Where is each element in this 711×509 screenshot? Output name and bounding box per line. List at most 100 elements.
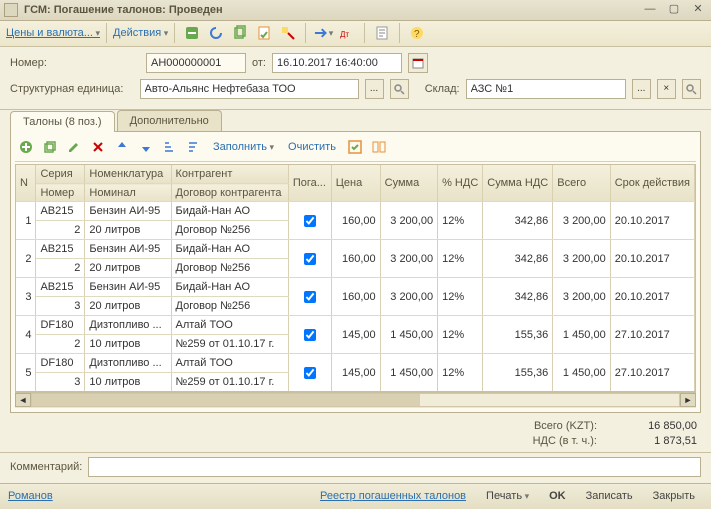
col-total[interactable]: Всего [553,165,610,202]
number-field[interactable] [146,53,246,73]
poga-checkbox[interactable] [304,215,316,227]
cell-sum: 1 450,00 [380,354,437,392]
ok-button[interactable]: OK [541,487,574,505]
cell-contr: Алтай ТОО [171,316,288,335]
cell-poga[interactable] [288,240,331,278]
table-row[interactable]: 1AB215Бензин АИ-95Бидай-Нан АО160,003 20… [16,202,695,221]
close-form-button[interactable]: Закрыть [645,487,703,505]
scroll-left-button[interactable]: ◄ [15,393,31,407]
minimize-button[interactable]: — [641,3,659,17]
poga-checkbox[interactable] [304,291,316,303]
cell-series: AB215 [36,202,85,221]
poga-checkbox[interactable] [304,253,316,265]
sort-desc-icon[interactable] [183,136,205,158]
unit-field[interactable] [140,79,359,99]
save-button[interactable]: Записать [578,487,641,505]
sort-asc-icon[interactable] [159,136,181,158]
tab-additional[interactable]: Дополнительно [117,110,222,131]
clear-button[interactable]: Очистить [282,141,342,153]
cell-price: 160,00 [331,240,380,278]
cell-poga[interactable] [288,354,331,392]
col-sum[interactable]: Сумма [380,165,437,202]
select-icon[interactable] [344,136,366,158]
number-label: Номер: [10,57,140,69]
col-nominal[interactable]: Номинал [85,184,171,202]
tab-coupons[interactable]: Талоны (8 поз.) [10,111,115,132]
col-dogovor[interactable]: Договор контрагента [171,184,288,202]
post-doc-icon[interactable] [253,22,275,44]
total-value: 16 850,00 [617,420,697,432]
col-poga[interactable]: Пога... [288,165,331,202]
cell-sum: 3 200,00 [380,202,437,240]
print-button[interactable]: Печать [478,487,537,505]
total-label: Всего (KZT): [534,420,597,432]
fill-button[interactable]: Заполнить [207,141,280,153]
report-icon[interactable] [371,22,393,44]
poga-checkbox[interactable] [304,329,316,341]
registry-link[interactable]: Реестр погашенных талонов [312,487,474,505]
warehouse-clear-button[interactable]: × [657,79,676,99]
table-row[interactable]: 5DF180Дизтопливо ...Алтай ТОО145,001 450… [16,354,695,373]
cell-poga[interactable] [288,278,331,316]
separator [106,23,107,43]
date-field[interactable] [272,53,402,73]
delete-row-icon[interactable] [87,136,109,158]
help-icon[interactable]: ? [406,22,428,44]
actions-menu[interactable]: Действия [113,27,168,39]
col-vatp[interactable]: % НДС [438,165,483,202]
edit-row-icon[interactable] [63,136,85,158]
cell-expiry: 20.10.2017 [610,278,694,316]
cell-poga[interactable] [288,316,331,354]
warehouse-field[interactable] [466,79,626,99]
col-vatsum[interactable]: Сумма НДС [483,165,553,202]
unit-select-button[interactable]: ... [365,79,384,99]
user-link[interactable]: Романов [8,490,53,502]
add-row-icon[interactable] [15,136,37,158]
calendar-button[interactable] [408,53,428,73]
maximize-button[interactable]: ▢ [665,3,683,17]
col-contr[interactable]: Контрагент [171,165,288,184]
warehouse-open-button[interactable] [682,79,701,99]
move-up-icon[interactable] [111,136,133,158]
close-button[interactable]: ✕ [689,3,707,17]
col-nomen[interactable]: Номенклатура [85,165,171,184]
col-number[interactable]: Номер [36,184,85,202]
cell-expiry: 27.10.2017 [610,354,694,392]
cell-poga[interactable] [288,202,331,240]
warehouse-select-button[interactable]: ... [632,79,651,99]
col-n[interactable]: N [16,165,36,202]
cell-contr: Алтай ТОО [171,354,288,373]
cell-nomen: Бензин АИ-95 [85,278,171,297]
unit-label: Структурная единица: [10,83,134,95]
col-price[interactable]: Цена [331,165,380,202]
refresh-icon[interactable] [205,22,227,44]
col-expiry[interactable]: Срок действия [610,165,694,202]
settings-icon[interactable] [368,136,390,158]
scroll-right-button[interactable]: ► [680,393,696,407]
goto-icon[interactable] [312,22,334,44]
separator [399,23,400,43]
table-row[interactable]: 2AB215Бензин АИ-95Бидай-Нан АО160,003 20… [16,240,695,259]
col-series[interactable]: Серия [36,165,85,184]
horizontal-scrollbar[interactable]: ◄ ► [15,392,696,408]
table-row[interactable]: 4DF180Дизтопливо ...Алтай ТОО145,001 450… [16,316,695,335]
copy-row-icon[interactable] [39,136,61,158]
table-row[interactable]: 3AB215Бензин АИ-95Бидай-Нан АО160,003 20… [16,278,695,297]
app-icon [4,3,18,17]
prices-currency-link[interactable]: Цены и валюта... [6,27,100,39]
cell-nominal: 10 литров [85,335,171,354]
tabs: Талоны (8 поз.) Дополнительно [0,110,711,131]
grid[interactable]: N Серия Номенклатура Контрагент Пога... … [15,164,696,392]
copy-icon[interactable] [229,22,251,44]
poga-checkbox[interactable] [304,367,316,379]
scroll-track[interactable] [31,393,680,407]
dtct-icon[interactable]: Дт [336,22,358,44]
post-icon[interactable] [181,22,203,44]
scroll-thumb[interactable] [32,394,420,406]
unit-open-button[interactable] [390,79,409,99]
based-on-icon[interactable] [277,22,299,44]
move-down-icon[interactable] [135,136,157,158]
cell-vatsum: 342,86 [483,240,553,278]
comment-field[interactable] [88,457,701,477]
cell-total: 3 200,00 [553,202,610,240]
